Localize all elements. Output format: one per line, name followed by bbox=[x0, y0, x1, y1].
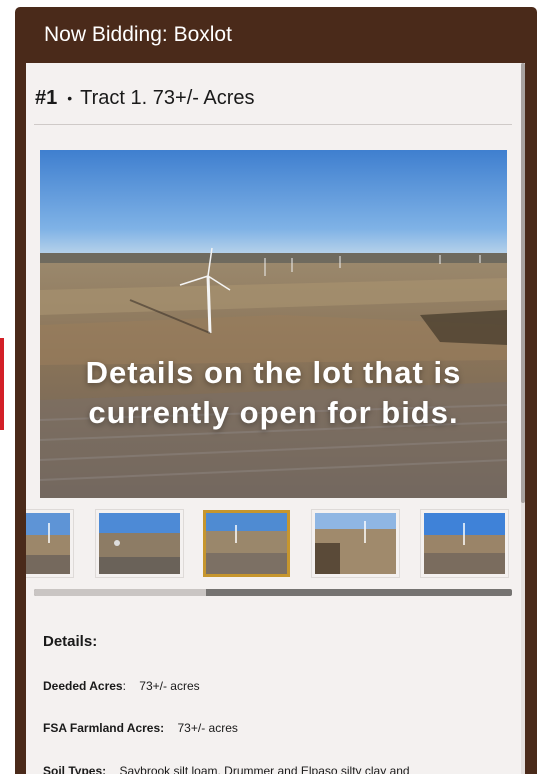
lot-number: #1 bbox=[35, 86, 58, 109]
panel-title: Now Bidding: Boxlot bbox=[44, 23, 232, 46]
hero-caption: Details on the lot that is currently ope… bbox=[85, 355, 462, 430]
lot-card: #1 • Tract 1. 73+/- Acres Details on the… bbox=[26, 63, 525, 774]
detail-label: FSA Farmland Acres: bbox=[43, 721, 165, 735]
gallery-scrollbar-thumb[interactable] bbox=[34, 589, 206, 596]
detail-label: Deeded Acres bbox=[43, 679, 123, 693]
gallery-scrollbar[interactable] bbox=[34, 589, 512, 596]
thumbnail-2[interactable] bbox=[96, 510, 183, 577]
card-scrollbar-thumb[interactable] bbox=[521, 63, 525, 503]
thumbnail-3-selected[interactable] bbox=[203, 510, 290, 577]
detail-row-fsa-farmland-acres: FSA Farmland Acres: 73+/- acres bbox=[43, 721, 238, 735]
lot-name: Tract 1. 73+/- Acres bbox=[80, 86, 255, 109]
thumbnail-5[interactable] bbox=[421, 510, 508, 577]
card-scrollbar[interactable] bbox=[521, 63, 525, 774]
hero-image[interactable]: Details on the lot that is currently ope… bbox=[40, 150, 507, 498]
detail-value: 73+/- acres bbox=[177, 721, 238, 735]
title-divider bbox=[34, 124, 512, 125]
lot-title: #1 • Tract 1. 73+/- Acres bbox=[35, 83, 254, 113]
left-edge-accent bbox=[0, 338, 4, 430]
thumbnail-4[interactable] bbox=[312, 510, 399, 577]
thumbnail-1[interactable] bbox=[26, 510, 73, 577]
thumbnail-strip bbox=[26, 506, 525, 592]
details-heading: Details: bbox=[43, 633, 98, 650]
detail-value: Saybrook silt loam, Drummer and Elpaso s… bbox=[119, 764, 410, 774]
detail-label-colon: : bbox=[122, 679, 126, 693]
detail-row-soil-types: Soil Types: Saybrook silt loam, Drummer … bbox=[43, 764, 410, 774]
detail-value: 73+/- acres bbox=[139, 679, 200, 693]
detail-row-deeded-acres: Deeded Acres: 73+/- acres bbox=[43, 679, 200, 693]
detail-label: Soil Types: bbox=[43, 764, 107, 774]
now-bidding-panel: Now Bidding: Boxlot #1 • Tract 1. 73+/- … bbox=[15, 7, 537, 774]
lot-separator: • bbox=[67, 90, 73, 106]
details-section: Details: Deeded Acres: 73+/- acres FSA F… bbox=[43, 633, 513, 774]
